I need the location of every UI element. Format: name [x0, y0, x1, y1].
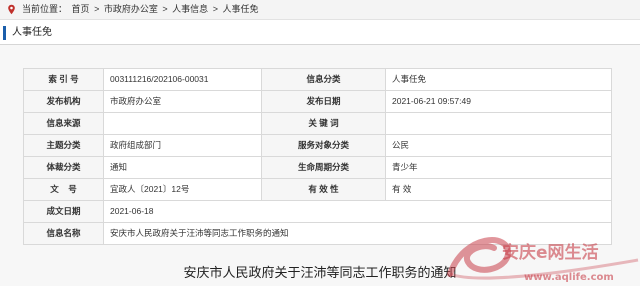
table-row: 发布机构 市政府办公室 发布日期 2021-06-21 09:57:49 — [23, 90, 612, 113]
location-icon — [8, 4, 15, 15]
publisher-value: 市政府办公室 — [103, 90, 262, 113]
validity-value: 有 效 — [385, 178, 612, 201]
keywords-value — [385, 112, 612, 135]
lifecycle-value: 青少年 — [385, 156, 612, 179]
breadcrumb-personnel-info[interactable]: 人事信息 — [172, 4, 208, 14]
source-value — [103, 112, 262, 135]
audience-label: 服务对象分类 — [261, 134, 386, 157]
topic-value: 政府组成部门 — [103, 134, 262, 157]
breadcrumb-separator: > — [162, 4, 168, 14]
publisher-label: 发布机构 — [23, 90, 104, 113]
table-row: 信息来源 关 键 词 — [23, 112, 612, 135]
audience-value: 公民 — [385, 134, 612, 157]
section-accent-bar — [3, 26, 6, 40]
doc-number-label: 文 号 — [23, 178, 104, 201]
breadcrumb-separator: > — [212, 4, 218, 14]
index-value: 003111216/202106-00031 — [103, 68, 262, 91]
topic-label: 主题分类 — [23, 134, 104, 157]
publish-date-label: 发布日期 — [261, 90, 386, 113]
genre-label: 体裁分类 — [23, 156, 104, 179]
breadcrumb-bar: 当前位置： 首页 > 市政府办公室 > 人事信息 > 人事任免 — [0, 0, 640, 20]
doc-number-value: 宜政人〔2021〕12号 — [103, 178, 262, 201]
breadcrumb-home[interactable]: 首页 — [72, 4, 90, 14]
index-label: 索 引 号 — [23, 68, 104, 91]
category-value: 人事任免 — [385, 68, 612, 91]
table-row: 主题分类 政府组成部门 服务对象分类 公民 — [23, 134, 612, 157]
publish-date-value: 2021-06-21 09:57:49 — [385, 90, 612, 113]
info-name-label: 信息名称 — [23, 222, 104, 245]
breadcrumb: 当前位置： 首页 > 市政府办公室 > 人事信息 > 人事任免 — [22, 0, 260, 19]
breadcrumb-appointments[interactable]: 人事任免 — [222, 4, 258, 14]
source-label: 信息来源 — [23, 112, 104, 135]
site-watermark: 安庆e网生活 www.aqlife.com — [447, 237, 639, 283]
table-row: 索 引 号 003111216/202106-00031 信息分类 人事任免 — [23, 68, 612, 91]
written-date-value: 2021-06-18 — [103, 200, 612, 223]
info-table: 索 引 号 003111216/202106-00031 信息分类 人事任免 发… — [23, 68, 612, 245]
category-label: 信息分类 — [261, 68, 386, 91]
genre-value: 通知 — [103, 156, 262, 179]
section-title: 人事任免 — [12, 27, 52, 38]
table-row: 成文日期 2021-06-18 — [23, 200, 612, 223]
breadcrumb-prefix: 当前位置： — [22, 4, 68, 14]
validity-label: 有 效 性 — [261, 178, 386, 201]
watermark-text: 安庆e网生活 — [502, 242, 599, 263]
table-row: 体裁分类 通知 生命周期分类 青少年 — [23, 156, 612, 179]
watermark-url: www.aqlife.com — [524, 272, 614, 283]
breadcrumb-office[interactable]: 市政府办公室 — [104, 4, 158, 14]
lifecycle-label: 生命周期分类 — [261, 156, 386, 179]
breadcrumb-separator: > — [94, 4, 100, 14]
keywords-label: 关 键 词 — [261, 112, 386, 135]
table-row: 文 号 宜政人〔2021〕12号 有 效 性 有 效 — [23, 178, 612, 201]
written-date-label: 成文日期 — [23, 200, 104, 223]
section-header: 人事任免 — [0, 22, 640, 45]
